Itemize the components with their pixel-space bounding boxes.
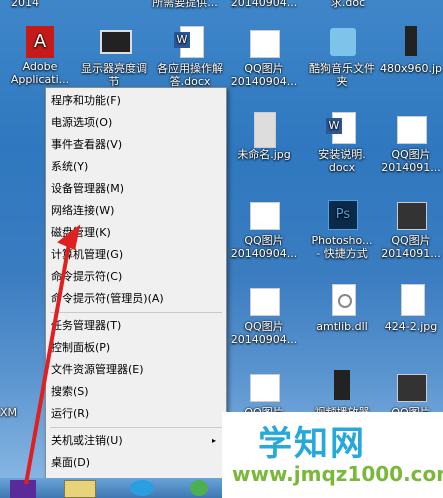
menu-item-disk-management[interactable]: 磁盘管理(K) — [46, 222, 226, 244]
desktop-icon-424-2[interactable]: 424-2.jpg — [376, 284, 443, 333]
image-file-icon — [246, 284, 282, 318]
menu-item-desktop[interactable]: 桌面(D) — [46, 452, 226, 474]
desktop-icon-kugou[interactable]: 酷狗音乐文件 夹 — [302, 26, 382, 88]
menu-item-computer-management[interactable]: 计算机管理(G) — [46, 244, 226, 266]
menu-item-device-manager[interactable]: 设备管理器(M) — [46, 178, 226, 200]
desktop-icon-monitor[interactable]: 显示器亮度调 节 — [74, 26, 154, 88]
image-file-icon — [246, 370, 282, 404]
menu-item-network-connections[interactable]: 网络连接(W) — [46, 200, 226, 222]
image-file-icon — [246, 26, 282, 60]
taskbar-app-explorer[interactable] — [64, 480, 96, 498]
phone-image-icon — [393, 26, 429, 60]
menu-item-run[interactable]: 运行(R) — [46, 403, 226, 425]
desktop-icon-photoshop[interactable]: Ps Photosho... - 快捷方式 — [302, 198, 382, 260]
image-file-icon — [246, 112, 282, 148]
desktop-item-top-4[interactable]: 求.doc — [318, 0, 378, 9]
menu-item-command-prompt-admin[interactable]: 命令提示符(管理员)(A) — [46, 288, 226, 310]
start-button[interactable] — [10, 480, 36, 498]
desktop-item-top-3[interactable]: 20140904... — [224, 0, 304, 9]
image-file-icon — [246, 198, 282, 232]
watermark-title: 学知网 — [258, 424, 366, 464]
menu-separator — [50, 427, 222, 428]
menu-item-system[interactable]: 系统(Y) — [46, 156, 226, 178]
menu-item-file-explorer[interactable]: 文件资源管理器(E) — [46, 359, 226, 381]
word-doc-icon: W — [172, 26, 208, 60]
menu-separator — [50, 312, 222, 313]
word-doc-icon: W — [324, 112, 360, 146]
desktop-icon-qq-5[interactable]: QQ图片 20140904... — [224, 284, 304, 346]
desktop-icon-qq-1[interactable]: QQ图片 20140904... — [224, 26, 304, 88]
taskbar-app-ie[interactable] — [130, 480, 154, 496]
menu-item-event-viewer[interactable]: 事件查看器(V) — [46, 134, 226, 156]
kugou-folder-icon — [324, 26, 360, 60]
menu-item-task-manager[interactable]: 任务管理器(T) — [46, 315, 226, 337]
image-file-icon — [393, 284, 429, 318]
image-file-icon — [393, 198, 429, 232]
menu-item-power-options[interactable]: 电源选项(O) — [46, 112, 226, 134]
image-file-icon — [393, 112, 429, 146]
watermark: 学知网 www.jmqz1000.com — [222, 412, 443, 498]
desktop-icon-amtlib[interactable]: amtlib.dll — [302, 284, 382, 333]
desktop-icon-word-2[interactable]: W 安装说明. docx — [302, 112, 382, 174]
desktop-icon-unnamed-jpg[interactable]: 未命名.jpg — [224, 112, 304, 161]
desktop-icon-qq-4[interactable]: QQ图片 2014091... — [376, 198, 443, 260]
desktop-icon-480x960[interactable]: 480x960.jp — [376, 26, 443, 75]
menu-item-shutdown-signout[interactable]: 关机或注销(U) ▸ — [46, 430, 226, 452]
desktop-icon-qq-3[interactable]: QQ图片 20140904... — [224, 198, 304, 260]
submenu-arrow-icon: ▸ — [211, 436, 216, 445]
desktop-item-top-1[interactable]: 2014 — [0, 0, 50, 9]
dll-file-icon — [324, 284, 360, 318]
monitor-shortcut-icon — [96, 26, 132, 60]
desktop-edge-label: XM — [0, 406, 18, 419]
adobe-app-icon: A — [26, 26, 54, 58]
watermark-url: www.jmqz1000.com — [232, 462, 443, 486]
menu-item-command-prompt[interactable]: 命令提示符(C) — [46, 266, 226, 288]
desktop-icon-adobe[interactable]: A Adobe Applicati... — [0, 26, 80, 86]
image-file-icon — [393, 370, 429, 404]
photoshop-icon: Ps — [324, 198, 360, 232]
menu-item-search[interactable]: 搜索(S) — [46, 381, 226, 403]
desktop-icon-word-1[interactable]: W 各应用操作解 答.docx — [150, 26, 230, 88]
winx-context-menu: 程序和功能(F) 电源选项(O) 事件查看器(V) 系统(Y) 设备管理器(M)… — [45, 87, 227, 483]
menu-item-control-panel[interactable]: 控制面板(P) — [46, 337, 226, 359]
taskbar-app-chrome[interactable] — [190, 480, 208, 496]
menu-item-programs-features[interactable]: 程序和功能(F) — [46, 90, 226, 112]
desktop-icon-qq-2[interactable]: QQ图片 2014091... — [376, 112, 443, 174]
desktop-item-top-2[interactable]: 所需要提供... — [140, 0, 230, 9]
video-icon — [324, 370, 360, 404]
